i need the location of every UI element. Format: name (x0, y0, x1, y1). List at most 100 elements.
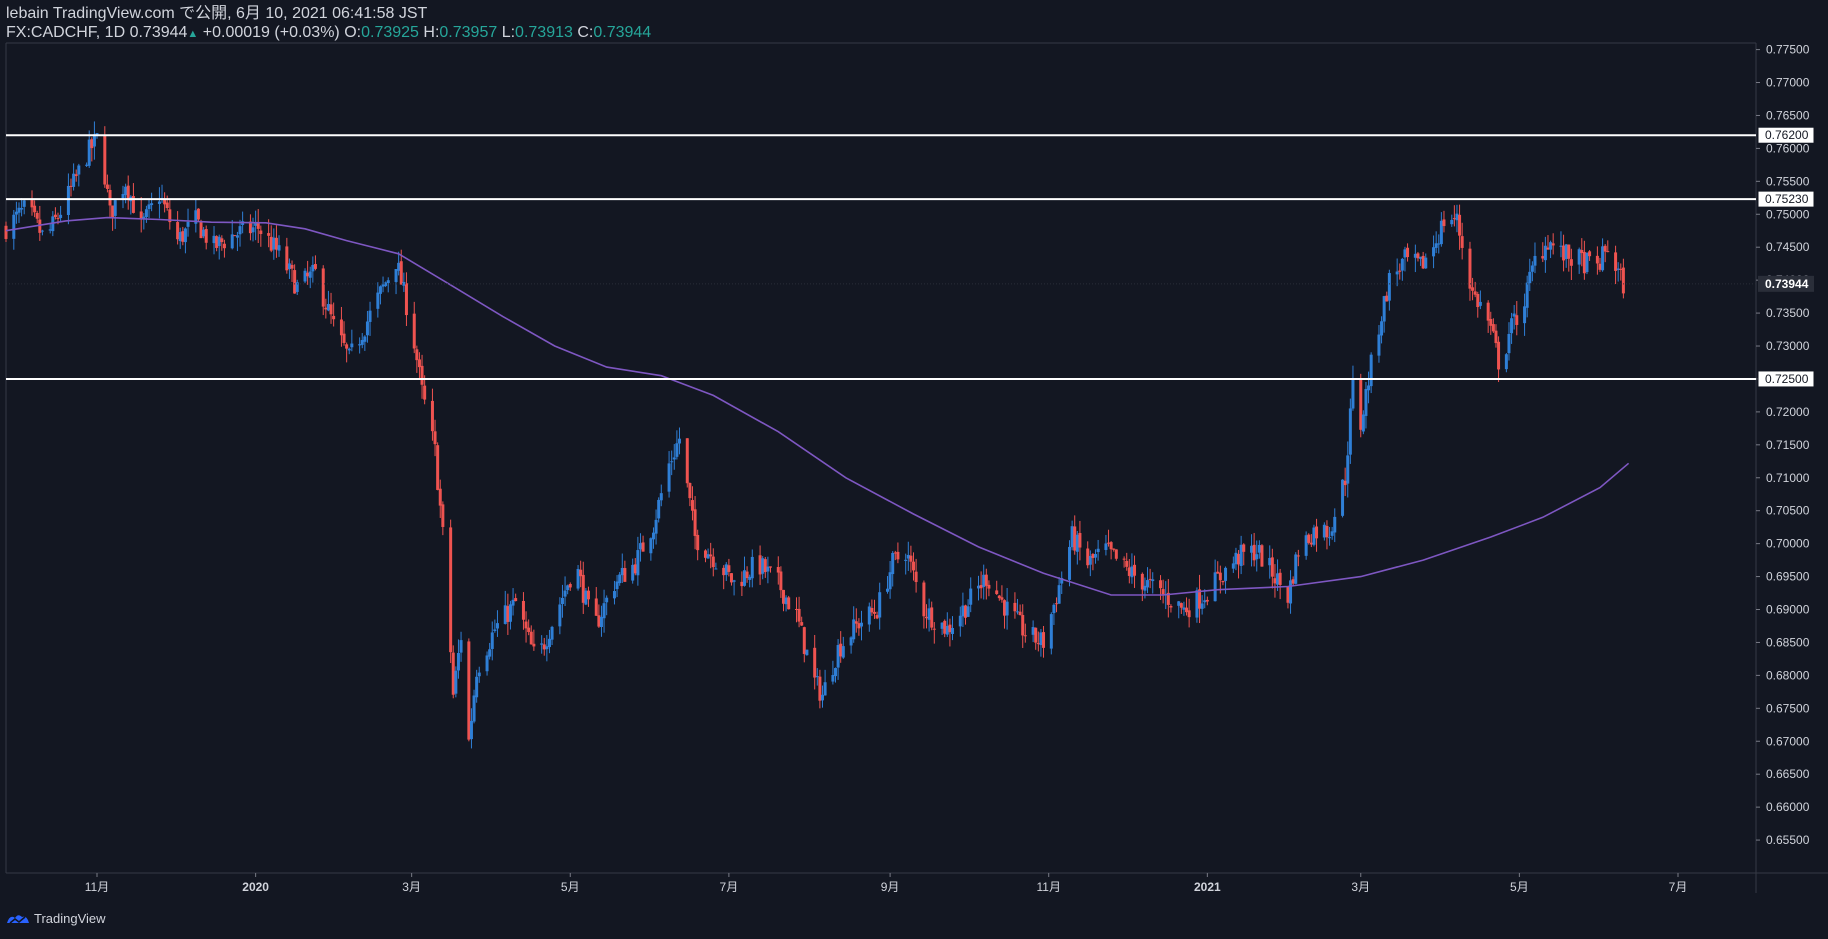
candle-body (456, 652, 460, 671)
candle-body (1543, 245, 1547, 261)
candle-body (612, 591, 616, 599)
candle-body (105, 184, 109, 189)
candle-body (256, 222, 260, 229)
candle-body (506, 606, 510, 622)
candle-body (178, 232, 182, 242)
candle-body (204, 229, 208, 243)
candle-body (1577, 249, 1581, 265)
candle-body (495, 623, 499, 629)
candle-body (979, 585, 983, 589)
candle-body (1580, 249, 1584, 254)
candle-body (441, 504, 445, 527)
candle-body (1104, 543, 1108, 550)
candle-body (870, 607, 874, 613)
x-tick-label: 5月 (561, 880, 580, 894)
candle-body (758, 555, 762, 575)
candle-body (108, 189, 112, 206)
candle-body (378, 286, 382, 294)
candle-body (1096, 548, 1100, 553)
candle-body (732, 580, 736, 582)
candle-body (14, 211, 18, 215)
candle-body (1039, 632, 1043, 646)
candle-body (1450, 219, 1454, 225)
candle-body (324, 307, 328, 310)
candle-body (1255, 554, 1259, 560)
candle-body (1159, 580, 1163, 589)
candle-body (469, 720, 473, 740)
candle-body (1075, 534, 1079, 552)
candle-body (724, 564, 728, 575)
candle-body (1055, 603, 1059, 605)
candle-body (1052, 604, 1056, 614)
candle-body (727, 565, 731, 572)
candle-body (1078, 533, 1082, 548)
candle-body (165, 202, 169, 209)
candle-body (649, 538, 653, 554)
price-chart[interactable]: 0.775000.770000.765000.760000.755000.750… (0, 0, 1828, 939)
candle-body (961, 605, 965, 617)
candle-body (220, 238, 224, 243)
candle-body (1273, 578, 1277, 584)
candle-body (524, 621, 528, 629)
candle-body (308, 271, 312, 278)
candle-body (113, 200, 117, 216)
candle-body (1127, 567, 1131, 576)
candle-body (124, 186, 128, 196)
candle-body (1294, 554, 1298, 584)
candle-body (579, 569, 583, 577)
candle-body (1125, 560, 1129, 567)
candle-body (251, 227, 255, 233)
y-tick-label: 0.72000 (1766, 405, 1810, 419)
candle-body (1380, 321, 1384, 336)
candle-body (1416, 253, 1420, 259)
candle-body (321, 268, 325, 307)
candle-body (358, 344, 362, 346)
candle-body (547, 638, 551, 648)
candle-body (508, 604, 512, 622)
candle-body (818, 676, 822, 701)
candle-body (1018, 611, 1022, 616)
candle-body (1148, 578, 1152, 580)
candle-body (878, 592, 882, 618)
candle-body (813, 647, 817, 678)
y-tick-label: 0.70000 (1766, 537, 1810, 551)
candle-body (820, 694, 824, 701)
candle-body (66, 185, 70, 216)
candle-body (72, 173, 76, 187)
candle-body (1073, 526, 1077, 551)
candle-body (685, 438, 689, 484)
candle-body (290, 264, 294, 269)
candle-body (183, 228, 187, 243)
candle-body (1595, 255, 1599, 264)
y-tick-label: 0.73500 (1766, 306, 1810, 320)
candle-body (1140, 573, 1144, 590)
candle-body (1049, 614, 1053, 649)
candle-body (259, 230, 263, 235)
candle-body (1013, 602, 1017, 612)
candle-body (454, 670, 458, 694)
candle-body (1000, 597, 1004, 600)
candle-body (1187, 610, 1191, 618)
candle-body (1200, 603, 1204, 609)
candle-body (272, 237, 276, 250)
candle-body (1333, 516, 1337, 533)
candle-body (386, 280, 390, 284)
candle-body (1161, 589, 1165, 595)
candle-body (1213, 572, 1217, 602)
candle-body (1385, 295, 1389, 302)
candles-group (4, 121, 1625, 749)
candle-body (1257, 544, 1261, 553)
candle-body (545, 646, 549, 650)
candle-body (763, 559, 767, 573)
candle-body (332, 315, 336, 320)
candle-body (602, 603, 606, 619)
candle-body (1057, 585, 1061, 604)
candle-body (277, 245, 281, 251)
candle-body (558, 604, 562, 627)
candle-body (914, 571, 918, 583)
candle-body (303, 270, 307, 282)
candle-body (672, 457, 676, 460)
candle-body (1616, 268, 1620, 270)
candle-body (59, 214, 63, 218)
candle-body (943, 620, 947, 634)
